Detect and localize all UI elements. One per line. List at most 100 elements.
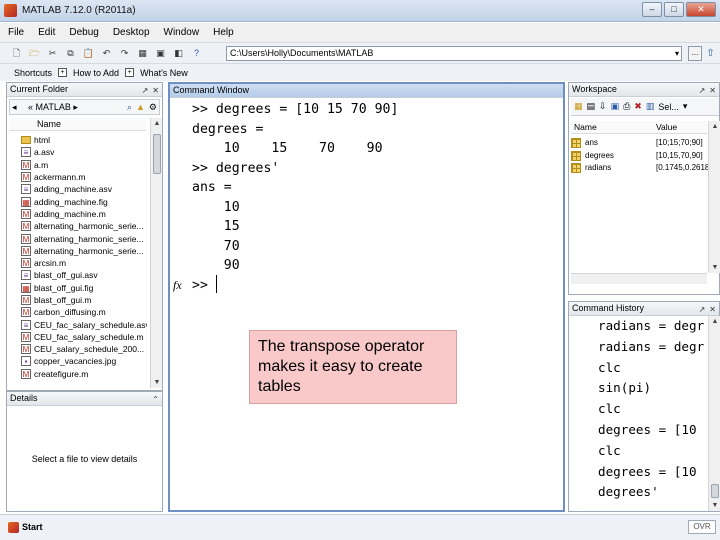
file-list-item[interactable]: ▦ blast_off_gui.fig [21, 282, 147, 294]
maximize-button[interactable]: □ [664, 2, 684, 17]
scroll-down-arrow-icon[interactable]: ▼ [709, 262, 720, 273]
whats-new-link[interactable]: What's New [140, 68, 188, 78]
file-list-item[interactable]: ▦ adding_machine.fig [21, 195, 147, 207]
new-file-icon[interactable]: 🗋 [10, 47, 23, 60]
dropdown-icon[interactable]: ▾ [683, 101, 688, 112]
simulink-icon[interactable]: ▦ [136, 47, 149, 60]
file-list-item[interactable]: html [21, 134, 147, 146]
plot-icon[interactable]: ▥ [646, 101, 655, 112]
workspace-variable-row[interactable]: ans [10;15;70;90] [571, 137, 707, 149]
back-icon[interactable]: ◂ [12, 100, 17, 114]
close-panel-icon[interactable]: ✕ [152, 84, 159, 97]
minimize-button[interactable]: – [642, 2, 662, 17]
scroll-up-arrow-icon[interactable]: ▲ [709, 316, 720, 327]
shortcuts-label[interactable]: Shortcuts [14, 68, 52, 78]
search-icon[interactable]: ⌕ [127, 100, 132, 114]
workspace-variable-row[interactable]: degrees [10,15,70,90] [571, 150, 707, 162]
import-data-icon[interactable]: ⇩ [599, 101, 607, 112]
scrollbar-thumb[interactable] [153, 134, 161, 174]
scroll-down-arrow-icon[interactable]: ▼ [709, 500, 720, 511]
folder-breadcrumb[interactable]: « MATLAB ▸ [28, 100, 78, 114]
history-entry[interactable]: clc [598, 441, 708, 462]
file-list-item[interactable]: Malternating_harmonic_serie... [21, 245, 147, 257]
history-entry[interactable]: clc [598, 399, 708, 420]
history-entry[interactable]: degrees' [598, 482, 708, 503]
path-dropdown-icon[interactable]: ▾ [672, 47, 682, 60]
open-variable-icon[interactable]: ▤ [587, 101, 596, 112]
menu-edit[interactable]: Edit [38, 27, 55, 38]
gear-icon[interactable]: ⚙ [149, 100, 157, 114]
workspace-hscrollbar[interactable] [571, 273, 707, 284]
current-folder-path-input[interactable]: C:\Users\Holly\Documents\MATLAB [226, 46, 682, 61]
history-entry[interactable]: degrees = [10 [598, 420, 708, 441]
delete-variable-icon[interactable]: ✖ [634, 101, 642, 112]
history-entry[interactable]: degrees = [10 [598, 462, 708, 483]
paste-icon[interactable]: 📋 [82, 47, 95, 60]
start-button[interactable]: Start [8, 520, 43, 534]
file-list-item[interactable]: Mackermann.m [21, 171, 147, 183]
menu-desktop[interactable]: Desktop [113, 27, 150, 38]
folder-address-bar[interactable]: « MATLAB ▸ ◂ ⌕ ▲ ⚙ [9, 99, 160, 115]
workspace-variable-row[interactable]: radians [0.1745,0.2618,1... [571, 162, 720, 174]
file-list-item[interactable]: ≡ blast_off_gui.asv [21, 269, 147, 281]
function-browser-icon[interactable]: fx [173, 278, 182, 293]
redo-icon[interactable]: ↷ [118, 47, 131, 60]
file-list-item[interactable]: M CEU_salary_schedule_200... [21, 343, 147, 355]
menu-file[interactable]: File [8, 27, 24, 38]
profiler-icon[interactable]: ◧ [172, 47, 185, 60]
scroll-down-arrow-icon[interactable]: ▼ [151, 377, 163, 388]
file-list-item[interactable]: Mcreatefigure.m [21, 368, 147, 380]
guide-icon[interactable]: ▣ [154, 47, 167, 60]
column-header-name[interactable]: Name [574, 121, 597, 133]
file-list-item[interactable]: Malternating_harmonic_serie... [21, 220, 147, 232]
file-list-item[interactable]: ≡ CEU_fac_salary_schedule.asv [21, 318, 147, 330]
history-entry[interactable]: sin(pi) [598, 378, 708, 399]
file-list-item[interactable]: Mcarbon_diffusing.m [21, 306, 147, 318]
file-list-item[interactable]: M CEU_fac_salary_schedule.m [21, 331, 147, 343]
file-list-item[interactable]: Ma.m [21, 159, 147, 171]
column-header-name[interactable]: Name [9, 118, 146, 131]
file-list-item[interactable]: Mblast_off_gui.m [21, 294, 147, 306]
collapse-icon[interactable]: ⌃ [152, 393, 159, 406]
file-list-item[interactable]: Madding_machine.m [21, 208, 147, 220]
scroll-up-arrow-icon[interactable]: ▲ [151, 118, 163, 129]
menu-help[interactable]: Help [213, 27, 234, 38]
menu-debug[interactable]: Debug [69, 27, 98, 38]
new-variable-icon[interactable]: ▦ [574, 101, 583, 112]
copy-icon[interactable]: ⧉ [64, 47, 77, 60]
how-to-add-link[interactable]: How to Add [73, 68, 119, 78]
file-list-item[interactable]: ≡ a.asv [21, 146, 147, 158]
open-file-icon[interactable]: 🗁 [28, 47, 41, 60]
command-prompt[interactable]: >> [192, 276, 208, 296]
plot-selection-label[interactable]: Sel... [658, 102, 679, 112]
column-header-value[interactable]: Value [656, 121, 677, 133]
history-scrollbar[interactable]: ▲ ▼ [708, 316, 720, 511]
close-button[interactable]: ✕ [686, 2, 716, 17]
scrollbar-thumb[interactable] [711, 484, 719, 498]
cut-icon[interactable]: ✂ [46, 47, 59, 60]
go-up-folder-icon[interactable]: ⇧ [704, 47, 717, 60]
help-icon[interactable]: ? [190, 47, 203, 60]
history-entry[interactable]: radians = degr [598, 337, 708, 358]
file-list-item[interactable]: Malternating_harmonic_serie... [21, 232, 147, 244]
print-icon[interactable]: ⎙ [623, 101, 630, 112]
command-output[interactable]: >> degrees = [10 15 70 90] degrees = 10 1… [192, 100, 398, 276]
scroll-up-arrow-icon[interactable]: ▲ [709, 121, 720, 132]
browse-folder-button[interactable]: ... [688, 46, 702, 61]
file-list-scrollbar[interactable]: ▲ ▼ [150, 118, 162, 388]
close-panel-icon[interactable]: ✕ [709, 303, 716, 316]
file-list-item[interactable]: ▪ copper_vacancies.jpg [21, 355, 147, 367]
undock-icon[interactable]: ↗ [699, 84, 706, 97]
file-list-item[interactable]: Marcsin.m [21, 257, 147, 269]
undock-icon[interactable]: ↗ [699, 303, 706, 316]
history-entry[interactable]: radians = degr [598, 316, 708, 337]
history-entry[interactable]: clc [598, 358, 708, 379]
undo-icon[interactable]: ↶ [100, 47, 113, 60]
folder-up-icon[interactable]: ▲ [136, 100, 145, 114]
file-list-item[interactable]: ≡ adding_machine.asv [21, 183, 147, 195]
workspace-vscrollbar[interactable]: ▲ ▼ [708, 121, 720, 273]
close-panel-icon[interactable]: ✕ [709, 84, 716, 97]
save-workspace-icon[interactable]: ▣ [611, 101, 620, 112]
undock-icon[interactable]: ↗ [142, 84, 149, 97]
menu-window[interactable]: Window [164, 27, 200, 38]
